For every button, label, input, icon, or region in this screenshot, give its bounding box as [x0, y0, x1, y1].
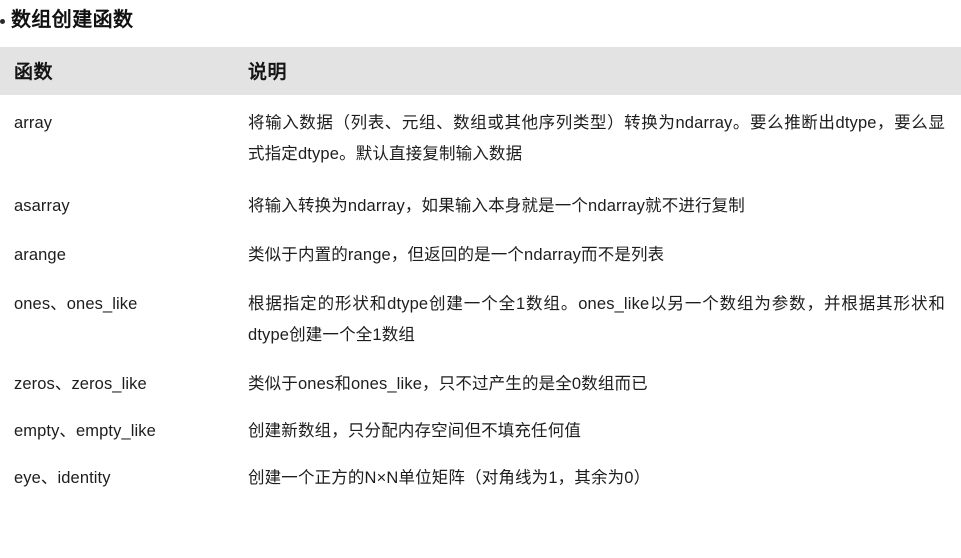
table-row: eye、identity 创建一个正方的N×N单位矩阵（对角线为1，其余为0）: [0, 454, 961, 501]
cell-description: 将输入数据（列表、元组、数组或其他序列类型）转换为ndarray。要么推断出dt…: [248, 95, 961, 180]
cell-function-name: asarray: [0, 180, 248, 231]
page-title-row: 数组创建函数: [0, 3, 133, 37]
cell-description: 创建一个正方的N×N单位矩阵（对角线为1，其余为0）: [248, 454, 961, 501]
cell-function-name: zeros、zeros_like: [0, 360, 248, 407]
description-text: 将输入数据（列表、元组、数组或其他序列类型）转换为ndarray。要么推断出dt…: [248, 114, 945, 163]
table-header: 函数 说明: [0, 47, 961, 95]
cell-description: 根据指定的形状和dtype创建一个全1数组。ones_like以另一个数组为参数…: [248, 278, 961, 360]
page-title: 数组创建函数: [11, 9, 134, 31]
document-page: 数组创建函数 函数 说明 array 将输入数据（列表、元组、数组或其他序列类型）…: [0, 0, 961, 558]
description-text: 将输入转换为ndarray，如果输入本身就是一个ndarray就不进行复制: [248, 197, 745, 215]
table-row: ones、ones_like 根据指定的形状和dtype创建一个全1数组。ones…: [0, 278, 961, 360]
cell-function-name: empty、empty_like: [0, 407, 248, 454]
table-row: arange 类似于内置的range，但返回的是一个ndarray而不是列表: [0, 231, 961, 278]
table-row: zeros、zeros_like 类似于ones和ones_like，只不过产生的…: [0, 360, 961, 407]
cell-description: 将输入转换为ndarray，如果输入本身就是一个ndarray就不进行复制: [248, 180, 961, 231]
table-row: empty、empty_like 创建新数组，只分配内存空间但不填充任何值: [0, 407, 961, 454]
cell-function-name: eye、identity: [0, 454, 248, 501]
table-header-row: 函数 说明: [0, 47, 961, 95]
cell-function-name: array: [0, 95, 248, 180]
table-body: array 将输入数据（列表、元组、数组或其他序列类型）转换为ndarray。要么…: [0, 95, 961, 501]
bullet-icon: [0, 18, 5, 24]
description-text: 创建新数组，只分配内存空间但不填充任何值: [248, 422, 581, 440]
array-creation-functions-table: 函数 说明 array 将输入数据（列表、元组、数组或其他序列类型）转换为ndar…: [0, 47, 961, 501]
cell-function-name: ones、ones_like: [0, 278, 248, 360]
description-text: 类似于内置的range，但返回的是一个ndarray而不是列表: [248, 246, 665, 264]
cell-description: 类似于ones和ones_like，只不过产生的是全0数组而已: [248, 360, 961, 407]
table-row: asarray 将输入转换为ndarray，如果输入本身就是一个ndarray就不…: [0, 180, 961, 231]
description-text: 创建一个正方的N×N单位矩阵（对角线为1，其余为0）: [248, 469, 651, 487]
column-header-function: 函数: [14, 62, 54, 83]
cell-description: 类似于内置的range，但返回的是一个ndarray而不是列表: [248, 231, 961, 278]
column-header-description: 说明: [248, 62, 288, 83]
description-text: 类似于ones和ones_like，只不过产生的是全0数组而已: [248, 375, 648, 393]
cell-function-name: arange: [0, 231, 248, 278]
table-row: array 将输入数据（列表、元组、数组或其他序列类型）转换为ndarray。要么…: [0, 95, 961, 180]
description-text: 根据指定的形状和dtype创建一个全1数组。ones_like以另一个数组为参数…: [248, 295, 945, 344]
cell-description: 创建新数组，只分配内存空间但不填充任何值: [248, 407, 961, 454]
